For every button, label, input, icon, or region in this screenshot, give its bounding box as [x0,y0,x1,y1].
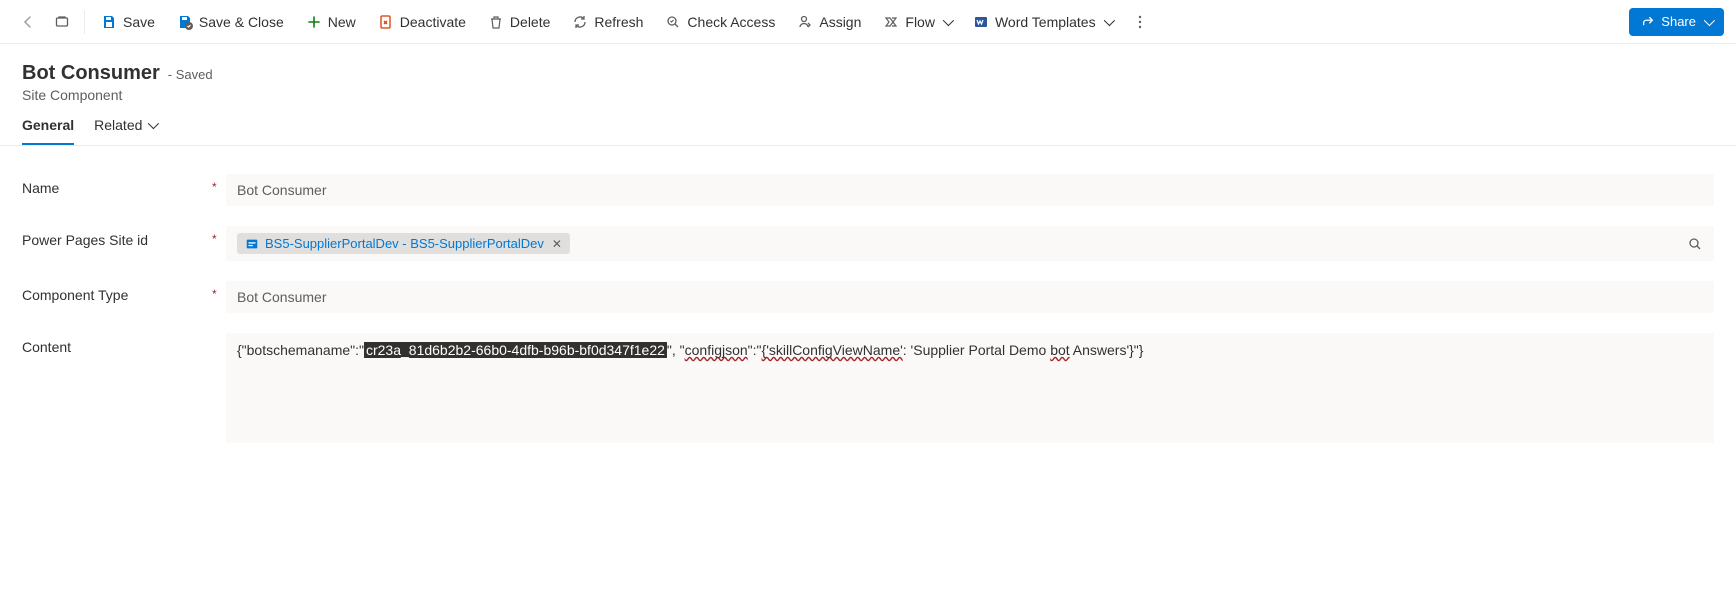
delete-label: Delete [510,14,550,30]
selected-text: cr23a_81d6b2b2-66b0-4dfb-b96b-bf0d347f1e… [364,342,667,358]
assign-label: Assign [819,14,861,30]
deactivate-button[interactable]: Deactivate [368,6,476,38]
tab-related-label: Related [94,117,142,133]
refresh-icon [572,14,588,30]
assign-button[interactable]: Assign [787,6,871,38]
page-title: Bot Consumer [22,62,160,85]
deactivate-label: Deactivate [400,14,466,30]
chevron-down-icon [1103,14,1114,25]
content-label: Content [22,333,212,355]
word-templates-button[interactable]: Word Templates [963,6,1122,38]
save-button[interactable]: Save [91,6,165,38]
content-value: {"botschemaname":"cr23a_81d6b2b2-66b0-4d… [237,340,1143,361]
word-templates-label: Word Templates [995,14,1096,30]
name-input[interactable]: Bot Consumer [226,174,1714,206]
share-label: Share [1661,14,1696,29]
check-access-icon [665,14,681,30]
required-indicator: * [212,226,226,246]
field-name: Name * Bot Consumer [22,174,1714,206]
tab-general-label: General [22,117,74,133]
command-bar: Save Save & Close New Deactivate Delete … [0,0,1736,44]
entity-name: Site Component [22,87,1714,103]
chevron-down-icon [1704,14,1715,25]
required-indicator: * [212,281,226,301]
component-type-input[interactable]: Bot Consumer [226,281,1714,313]
field-power-pages-site: Power Pages Site id * BS5-SupplierPortal… [22,226,1714,261]
flow-button[interactable]: Flow [873,6,961,38]
deactivate-icon [378,14,394,30]
back-icon [20,14,36,30]
tabs: General Related [0,103,1736,146]
refresh-button[interactable]: Refresh [562,6,653,38]
page-header: Bot Consumer - Saved Site Component [0,44,1736,103]
chevron-down-icon [148,118,159,129]
chevron-down-icon [943,14,954,25]
component-type-label: Component Type [22,281,212,303]
component-type-value: Bot Consumer [237,289,326,305]
search-icon [1687,236,1703,252]
overflow-button[interactable] [1124,6,1156,38]
field-component-type: Component Type * Bot Consumer [22,281,1714,313]
new-button[interactable]: New [296,6,366,38]
check-access-button[interactable]: Check Access [655,6,785,38]
lookup-search-button[interactable] [1687,236,1703,252]
save-close-button[interactable]: Save & Close [167,6,294,38]
content-textarea[interactable]: {"botschemaname":"cr23a_81d6b2b2-66b0-4d… [226,333,1714,443]
back-button[interactable] [12,6,44,38]
plus-icon [306,14,322,30]
save-status: - Saved [168,67,213,82]
flow-icon [883,14,899,30]
divider [84,10,85,34]
save-close-label: Save & Close [199,14,284,30]
name-label: Name [22,174,212,196]
tab-related[interactable]: Related [94,117,156,145]
save-icon [101,14,117,30]
word-templates-icon [973,14,989,30]
form-general: Name * Bot Consumer Power Pages Site id … [0,146,1736,491]
refresh-label: Refresh [594,14,643,30]
share-icon [1641,15,1655,29]
save-label: Save [123,14,155,30]
name-value: Bot Consumer [237,182,326,198]
open-new-window-button[interactable] [46,6,78,38]
lookup-tag[interactable]: BS5-SupplierPortalDev - BS5-SupplierPort… [237,233,570,254]
save-close-icon [177,14,193,30]
site-lookup[interactable]: BS5-SupplierPortalDev - BS5-SupplierPort… [226,226,1714,261]
lookup-remove-button[interactable]: ✕ [550,237,562,251]
lookup-link[interactable]: BS5-SupplierPortalDev - BS5-SupplierPort… [265,236,544,251]
tab-general[interactable]: General [22,117,74,145]
required-indicator [212,333,226,339]
assign-icon [797,14,813,30]
required-indicator: * [212,174,226,194]
share-button[interactable]: Share [1629,8,1724,36]
delete-button[interactable]: Delete [478,6,560,38]
new-label: New [328,14,356,30]
open-new-window-icon [54,14,70,30]
flow-label: Flow [905,14,935,30]
field-content: Content {"botschemaname":"cr23a_81d6b2b2… [22,333,1714,443]
check-access-label: Check Access [687,14,775,30]
more-vertical-icon [1132,14,1148,30]
entity-icon [245,237,259,251]
site-label: Power Pages Site id [22,226,212,248]
delete-icon [488,14,504,30]
